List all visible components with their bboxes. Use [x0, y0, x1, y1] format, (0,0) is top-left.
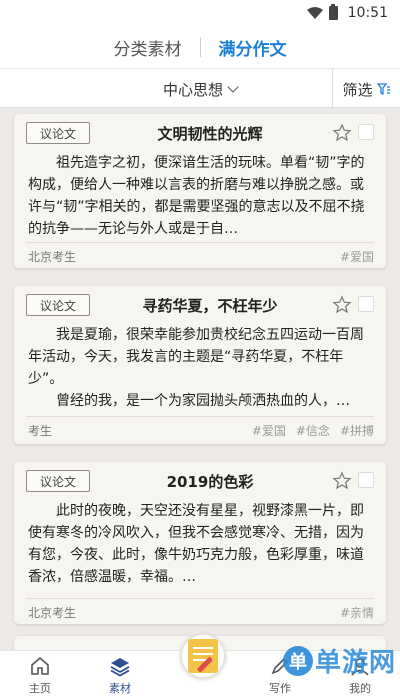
essay-card[interactable]: 议论文 文明韧性的光辉 祖先造字之初，便深谙生活的玩味。单看“韧”字的构成，便给…: [14, 114, 386, 268]
pen-icon: [196, 656, 214, 673]
nav-label: 主页: [29, 682, 51, 695]
nav-materials[interactable]: 素材: [80, 651, 160, 700]
select-checkbox[interactable]: [358, 296, 374, 312]
essay-list: 议论文 文明韧性的光辉 祖先造字之初，便深谙生活的玩味。单看“韧”字的构成，便给…: [0, 108, 400, 650]
wifi-icon: [306, 7, 323, 19]
card-divider: [26, 416, 374, 417]
essay-title: 2019的色彩: [166, 473, 254, 491]
author-label: 北京考生: [28, 250, 77, 264]
star-icon[interactable]: [332, 123, 352, 143]
select-checkbox[interactable]: [358, 472, 374, 488]
topic-tag[interactable]: #拼搏: [340, 422, 374, 439]
excerpt-paragraph: 此时的夜晚，天空还没有星星，视野漆黑一片，即使有寒冬的冷风吹入，但我不会感觉寒冷…: [28, 503, 364, 585]
essay-card[interactable]: 议论文 寻药华夏，不枉年少 我是夏瑜，很荣幸能参加贵校纪念五四运动一百周年活动，…: [14, 286, 386, 444]
filter-icon: [376, 83, 390, 96]
nav-label: 我的: [349, 682, 371, 695]
nav-mine[interactable]: 我的: [320, 651, 400, 700]
essay-excerpt: 我是夏瑜，很荣幸能参加贵校纪念五四运动一百周年活动，今天，我发言的主题是“寻药华…: [28, 324, 372, 412]
excerpt-paragraph: 曾经的我，是一个为家园抛头颅洒热血的人，…: [56, 393, 350, 409]
battery-icon: [328, 4, 338, 20]
topic-tag[interactable]: #爱国: [252, 422, 286, 439]
status-bar: 10:51: [0, 0, 400, 26]
topic-tag[interactable]: #爱国: [340, 248, 374, 265]
write-icon: [188, 639, 218, 673]
top-tabs: 分类素材 满分作文: [0, 26, 400, 68]
genre-tag: 议论文: [26, 122, 90, 144]
status-time: 10:51: [347, 5, 388, 21]
tab-category-materials[interactable]: 分类素材: [110, 29, 186, 66]
topic-tags: #爱国 #信念 #拼搏: [252, 422, 374, 439]
home-icon: [31, 656, 49, 675]
layers-icon: [110, 658, 130, 677]
card-divider: [26, 242, 374, 243]
essay-card[interactable]: 议论文 2019的色彩 此时的夜晚，天空还没有星星，视野漆黑一片，即使有寒冬的冷…: [14, 462, 386, 624]
essay-excerpt: 此时的夜晚，天空还没有星星，视野漆黑一片，即使有寒冬的冷风吹入，但我不会感觉寒冷…: [28, 500, 372, 588]
filter-button[interactable]: 筛选: [332, 69, 400, 109]
topic-tags: #亲情: [340, 604, 374, 621]
essay-title: 寻药华夏，不枉年少: [142, 297, 278, 315]
chevron-down-icon: [227, 81, 239, 93]
author-label: 北京考生: [28, 606, 77, 620]
user-icon: [351, 658, 369, 676]
card-divider: [26, 598, 374, 599]
tab-divider: [199, 37, 201, 57]
dropdown-label: 中心思想: [162, 80, 223, 99]
nav-home[interactable]: 主页: [0, 651, 80, 700]
author-label: 考生: [28, 424, 53, 438]
select-checkbox[interactable]: [358, 124, 374, 140]
star-icon[interactable]: [332, 471, 352, 491]
nav-label: 写作: [269, 682, 291, 695]
excerpt-paragraph: 祖先造字之初，便深谙生活的玩味。单看“韧”字的构成，便给人一种难以言表的折磨与难…: [28, 155, 365, 237]
tab-top-essays[interactable]: 满分作文: [215, 29, 291, 66]
topic-tag[interactable]: #信念: [296, 422, 330, 439]
filter-bar: 中心思想 筛选: [0, 68, 400, 109]
nav-write[interactable]: 写作: [240, 651, 320, 700]
pen-icon: [271, 657, 289, 675]
filter-label: 筛选: [342, 80, 373, 99]
genre-tag: 议论文: [26, 470, 90, 492]
write-essay-button[interactable]: [180, 633, 226, 679]
star-icon[interactable]: [332, 295, 352, 315]
genre-tag: 议论文: [26, 294, 90, 316]
status-icons: [306, 4, 338, 20]
topic-tags: #爱国: [340, 248, 374, 265]
excerpt-paragraph: 我是夏瑜，很荣幸能参加贵校纪念五四运动一百周年活动，今天，我发言的主题是“寻药华…: [28, 327, 364, 387]
essay-excerpt: 祖先造字之初，便深谙生活的玩味。单看“韧”字的构成，便给人一种难以言表的折磨与难…: [28, 152, 372, 240]
essay-title: 文明韧性的光辉: [157, 125, 263, 143]
nav-label: 素材: [109, 682, 131, 695]
topic-tag[interactable]: #亲情: [340, 604, 374, 621]
